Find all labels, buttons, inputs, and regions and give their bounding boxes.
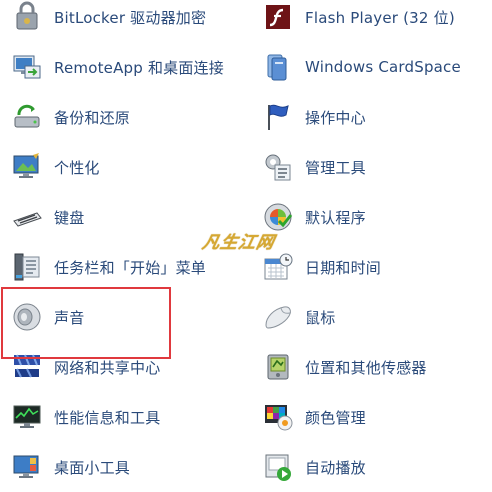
action-center-flag-icon	[261, 100, 295, 134]
item-label: 声音	[54, 308, 85, 327]
item-label: Windows CardSpace	[305, 58, 461, 76]
item-action-center[interactable]: 操作中心	[261, 92, 366, 142]
item-personalization[interactable]: 个性化	[10, 142, 100, 192]
item-label: 默认程序	[305, 208, 366, 227]
performance-icon	[10, 400, 44, 434]
item-remoteapp[interactable]: RemoteApp 和桌面连接	[10, 42, 224, 92]
autoplay-icon	[261, 450, 295, 484]
item-label: 网络和共享中心	[54, 358, 161, 377]
item-color-management[interactable]: 颜色管理	[261, 392, 366, 442]
item-taskbar-start-menu[interactable]: 任务栏和「开始」菜单	[10, 242, 206, 292]
item-label: 日期和时间	[305, 258, 382, 277]
mouse-icon	[261, 300, 295, 334]
item-date-time[interactable]: 日期和时间	[261, 242, 381, 292]
bitlocker-icon	[10, 0, 44, 34]
item-label: 个性化	[54, 158, 100, 177]
item-bitlocker[interactable]: BitLocker 驱动器加密	[10, 0, 206, 42]
item-windows-cardspace[interactable]: Windows CardSpace	[261, 42, 461, 92]
keyboard-icon	[10, 200, 44, 234]
item-label: 位置和其他传感器	[305, 358, 427, 377]
item-location-sensors[interactable]: 位置和其他传感器	[261, 342, 427, 392]
calendar-clock-icon	[261, 250, 295, 284]
item-network-sharing[interactable]: 网络和共享中心	[10, 342, 160, 392]
item-label: 备份和还原	[54, 108, 131, 127]
taskbar-start-menu-icon	[10, 250, 44, 284]
item-keyboard[interactable]: 键盘	[10, 192, 84, 242]
item-label: Flash Player (32 位)	[305, 8, 455, 27]
item-flash-player[interactable]: Flash Player (32 位)	[261, 0, 455, 42]
control-panel-items-grid: BitLocker 驱动器加密 RemoteApp 和桌面连接 备份和还原 个性…	[0, 0, 492, 482]
item-label: BitLocker 驱动器加密	[54, 8, 207, 27]
item-label: 性能信息和工具	[54, 408, 161, 427]
item-label: RemoteApp 和桌面连接	[54, 58, 224, 77]
color-management-icon	[261, 400, 295, 434]
admin-tools-icon	[261, 150, 295, 184]
desktop-gadgets-icon	[10, 450, 44, 484]
item-label: 桌面小工具	[54, 458, 131, 477]
item-label: 任务栏和「开始」菜单	[54, 258, 207, 277]
item-backup-restore[interactable]: 备份和还原	[10, 92, 130, 142]
item-sound[interactable]: 声音	[10, 292, 84, 342]
remoteapp-icon	[10, 50, 44, 84]
item-mouse[interactable]: 鼠标	[261, 292, 335, 342]
cardspace-icon	[261, 50, 295, 84]
item-default-programs[interactable]: 默认程序	[261, 192, 366, 242]
location-sensors-icon	[261, 350, 295, 384]
item-desktop-gadgets[interactable]: 桌面小工具	[10, 442, 130, 492]
network-sharing-icon	[10, 350, 44, 384]
item-label: 颜色管理	[305, 408, 366, 427]
item-label: 自动播放	[305, 458, 366, 477]
item-label: 操作中心	[305, 108, 366, 127]
item-admin-tools[interactable]: 管理工具	[261, 142, 366, 192]
item-autoplay[interactable]: 自动播放	[261, 442, 366, 492]
personalization-icon	[10, 150, 44, 184]
item-label: 键盘	[54, 208, 85, 227]
speaker-icon	[10, 300, 44, 334]
item-label: 管理工具	[305, 158, 366, 177]
item-label: 鼠标	[305, 308, 336, 327]
watermark: 凡生江网	[200, 233, 277, 253]
item-performance[interactable]: 性能信息和工具	[10, 392, 160, 442]
backup-restore-icon	[10, 100, 44, 134]
flash-player-icon	[261, 0, 295, 34]
